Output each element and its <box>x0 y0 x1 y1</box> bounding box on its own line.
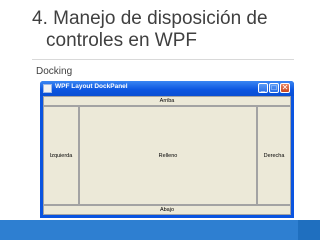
maximize-button[interactable]: □ <box>269 83 279 93</box>
window-app-icon <box>43 84 52 93</box>
slide-title-line-1: 4. Manejo de disposición de <box>32 8 268 29</box>
window-titlebar[interactable]: WPF Layout DockPanel _ □ ✕ <box>40 81 294 96</box>
close-icon: ✕ <box>281 83 289 92</box>
dock-left-label: Izquierda <box>49 152 73 159</box>
slide-subtitle: Docking <box>36 66 73 77</box>
footer-accent <box>298 220 320 240</box>
dockpanel-client: Arriba Izquierda Relleno Derecha Abajo <box>43 96 291 215</box>
dock-bottom-label: Abajo <box>159 207 175 213</box>
dock-fill-label: Relleno <box>158 152 178 159</box>
dock-top-cell: Arriba <box>43 96 291 106</box>
close-button[interactable]: ✕ <box>280 83 290 93</box>
window-title: WPF Layout DockPanel <box>55 83 128 90</box>
title-divider <box>32 59 294 60</box>
slide-title: 4. Manejo de disposición de controles en… <box>18 8 312 52</box>
dock-right-cell: Derecha <box>257 106 291 205</box>
app-window: WPF Layout DockPanel _ □ ✕ Arriba Izquie… <box>40 81 294 218</box>
maximize-icon: □ <box>271 83 277 92</box>
slide-footer-bar <box>0 220 320 240</box>
dock-right-label: Derecha <box>263 152 285 159</box>
minimize-button[interactable]: _ <box>258 83 268 93</box>
dock-top-label: Arriba <box>159 98 175 104</box>
dock-fill-cell: Relleno <box>79 106 257 205</box>
minimize-icon: _ <box>260 83 266 92</box>
dock-bottom-cell: Abajo <box>43 205 291 215</box>
dock-left-cell: Izquierda <box>43 106 79 205</box>
slide-title-line-2: controles en WPF <box>46 30 197 51</box>
